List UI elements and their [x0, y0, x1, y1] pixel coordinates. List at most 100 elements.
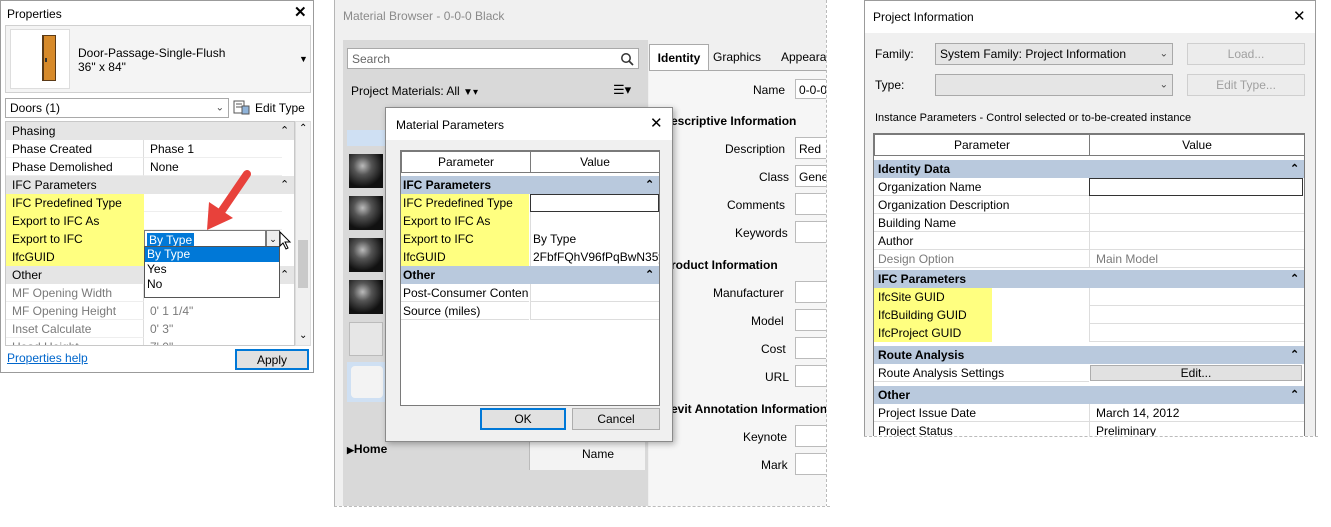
parameter-value[interactable]: By Type: [530, 230, 659, 248]
load-button[interactable]: Load...: [1187, 43, 1305, 65]
collapse-icon[interactable]: ⌃: [1290, 160, 1299, 178]
search-input[interactable]: Search: [347, 48, 639, 69]
family-combo[interactable]: System Family: Project Information ⌄: [935, 43, 1173, 65]
parameter-column-header[interactable]: Parameter: [874, 134, 1090, 156]
close-icon[interactable]: ✕: [294, 3, 307, 21]
name-column-header[interactable]: Name: [582, 447, 614, 461]
collapse-icon[interactable]: ⌃: [280, 266, 289, 284]
property-row[interactable]: MF Opening Height 0' 1 1/4": [6, 302, 294, 320]
parameter-value[interactable]: 2FbfFQhV96fPqBwN35y: [530, 248, 659, 266]
expand-icon[interactable]: ▶: [347, 445, 354, 455]
parameter-row[interactable]: Organization Name: [874, 178, 1304, 196]
chevron-down-icon[interactable]: ⌄: [266, 230, 280, 247]
parameter-row[interactable]: IfcGUID 2FbfFQhV96fPqBwN35y: [401, 248, 659, 266]
parameter-row[interactable]: Project Issue Date March 14, 2012: [874, 404, 1304, 422]
properties-help-link[interactable]: Properties help: [7, 351, 88, 365]
dropdown-option[interactable]: No: [145, 277, 279, 292]
edit-type-button[interactable]: Edit Type: [233, 98, 311, 118]
category-selector[interactable]: Doors (1) ⌄: [5, 98, 229, 118]
ok-button[interactable]: OK: [480, 408, 566, 430]
material-swatch[interactable]: [349, 154, 383, 188]
parameter-value[interactable]: [530, 302, 659, 320]
collapse-icon[interactable]: ⌃: [645, 266, 654, 284]
cancel-button[interactable]: Cancel: [572, 408, 660, 430]
property-row[interactable]: Inset Calculate 0' 3": [6, 320, 294, 338]
group-ifc-parameters[interactable]: IFC Parameters ⌃: [401, 176, 659, 194]
material-swatch[interactable]: [349, 280, 383, 314]
parameter-row[interactable]: Export to IFC By Type: [401, 230, 659, 248]
list-view-icon[interactable]: ☰▾: [613, 82, 631, 98]
parameter-value[interactable]: [530, 212, 659, 230]
property-row[interactable]: Phase Created Phase 1: [6, 140, 294, 158]
search-icon[interactable]: [620, 52, 634, 66]
group-identity-data[interactable]: Identity Data ⌃: [874, 160, 1304, 178]
material-swatch[interactable]: [349, 238, 383, 272]
parameter-value[interactable]: [1089, 214, 1304, 232]
collapse-icon[interactable]: ⌃: [645, 176, 654, 194]
parameter-value-input[interactable]: [530, 194, 659, 212]
parameter-value[interactable]: [1089, 288, 1304, 306]
collapse-icon[interactable]: ⌃: [280, 176, 289, 194]
parameter-row[interactable]: IfcSite GUID: [874, 288, 1304, 306]
home-library-label[interactable]: ▶Home: [347, 442, 387, 456]
parameter-value[interactable]: March 14, 2012: [1089, 404, 1304, 422]
apply-button[interactable]: Apply: [235, 349, 309, 370]
scroll-down-icon[interactable]: ⌄: [299, 330, 307, 341]
value-column-header[interactable]: Value: [1089, 134, 1304, 156]
parameter-row[interactable]: Source (miles): [401, 302, 659, 320]
collapse-icon[interactable]: ⌃: [1290, 270, 1299, 288]
group-other[interactable]: Other ⌃: [874, 386, 1304, 404]
chevron-down-icon[interactable]: ▼: [299, 54, 308, 64]
collapse-icon[interactable]: ⌃: [1290, 386, 1299, 404]
tab-graphics[interactable]: Graphics: [713, 50, 761, 64]
parameter-value-input[interactable]: [1089, 178, 1303, 196]
parameter-value[interactable]: [1089, 324, 1304, 342]
parameter-value[interactable]: [1089, 232, 1304, 250]
parameter-row[interactable]: IfcBuilding GUID: [874, 306, 1304, 324]
material-swatch[interactable]: [347, 362, 387, 402]
scroll-up-icon[interactable]: ⌃: [299, 123, 307, 134]
parameter-row[interactable]: Route Analysis Settings Edit...: [874, 364, 1304, 382]
dropdown-option[interactable]: Yes: [145, 262, 279, 277]
value-column-header[interactable]: Value: [530, 151, 660, 173]
property-value[interactable]: Phase 1: [144, 140, 282, 158]
parameter-row[interactable]: Organization Description: [874, 196, 1304, 214]
parameter-column-header[interactable]: Parameter: [401, 151, 531, 173]
annotation-information-header[interactable]: evit Annotation Information: [671, 402, 827, 416]
group-route-analysis[interactable]: Route Analysis ⌃: [874, 346, 1304, 364]
parameter-value[interactable]: [530, 284, 659, 302]
material-swatch[interactable]: [347, 130, 387, 146]
group-other[interactable]: Other ⌃: [401, 266, 659, 284]
material-swatch[interactable]: [349, 196, 383, 230]
edit-type-button[interactable]: Edit Type...: [1187, 74, 1305, 96]
group-ifc-parameters[interactable]: IFC Parameters ⌃: [874, 270, 1304, 288]
group-phasing[interactable]: Phasing ⌃: [6, 122, 294, 140]
parameter-value[interactable]: [1089, 196, 1304, 214]
scroll-thumb[interactable]: [298, 240, 308, 288]
project-materials-filter[interactable]: Project Materials: All ▼▾: [351, 84, 478, 98]
close-icon[interactable]: ✕: [650, 114, 663, 132]
product-information-header[interactable]: roduct Information: [671, 258, 778, 272]
parameter-row[interactable]: Author: [874, 232, 1304, 250]
type-combo[interactable]: ⌄: [935, 74, 1173, 96]
collapse-icon[interactable]: ⌃: [1290, 346, 1299, 364]
property-grid-scrollbar[interactable]: ⌃ ⌄: [295, 121, 311, 346]
parameter-value[interactable]: [1089, 306, 1304, 324]
parameter-row[interactable]: Export to IFC As: [401, 212, 659, 230]
parameter-row[interactable]: Post-Consumer Conten: [401, 284, 659, 302]
dropdown-option[interactable]: By Type: [145, 247, 279, 262]
parameter-row[interactable]: Design Option Main Model: [874, 250, 1304, 268]
material-swatch[interactable]: [349, 322, 383, 356]
route-analysis-edit-button[interactable]: Edit...: [1090, 365, 1302, 381]
tab-identity[interactable]: Identity: [649, 44, 709, 70]
parameter-row[interactable]: Building Name: [874, 214, 1304, 232]
type-selector[interactable]: Door-Passage-Single-Flush 36" x 84" ▼: [5, 25, 311, 93]
descriptive-information-header[interactable]: escriptive Information: [671, 114, 796, 128]
collapse-icon[interactable]: ⌃: [280, 122, 289, 140]
property-row[interactable]: Head Height 7' 0": [6, 338, 294, 345]
parameter-row[interactable]: IfcProject GUID: [874, 324, 1304, 342]
filter-icon[interactable]: ▼▾: [463, 87, 478, 98]
close-icon[interactable]: ✕: [1293, 7, 1306, 25]
export-to-ifc-dropdown-list[interactable]: By Type Yes No: [144, 246, 280, 298]
parameter-row[interactable]: IFC Predefined Type: [401, 194, 659, 212]
